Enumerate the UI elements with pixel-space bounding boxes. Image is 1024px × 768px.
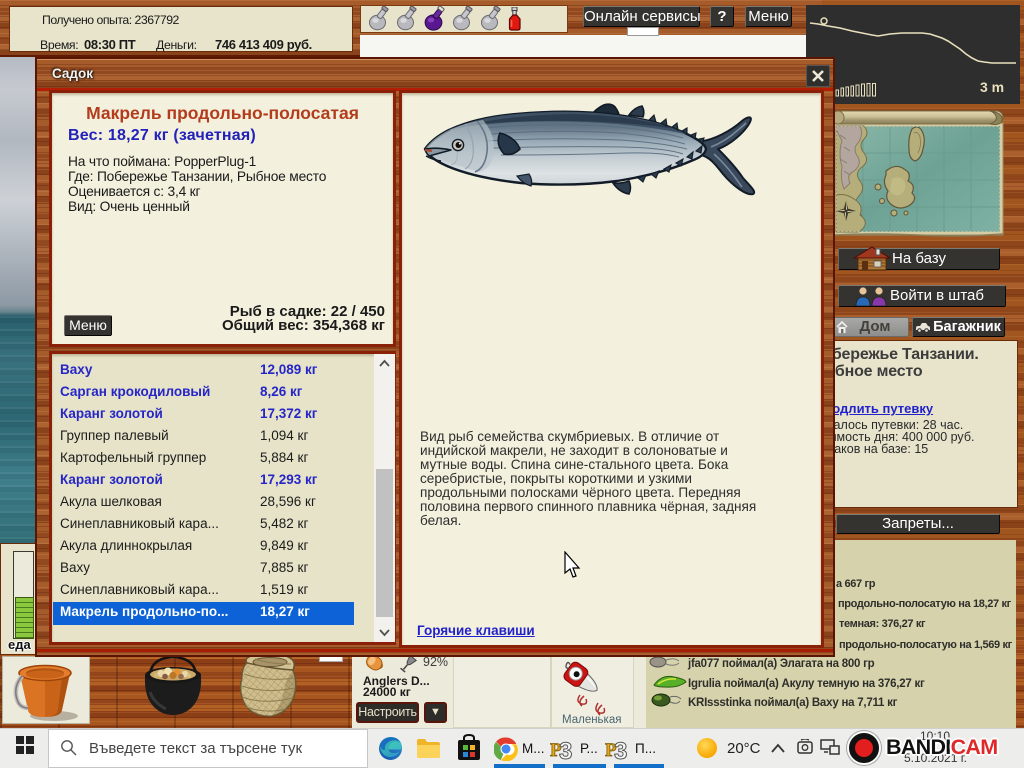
svg-text:3: 3: [614, 738, 627, 761]
svg-text:3: 3: [559, 738, 572, 761]
svg-text:3 m: 3 m: [980, 79, 1004, 95]
